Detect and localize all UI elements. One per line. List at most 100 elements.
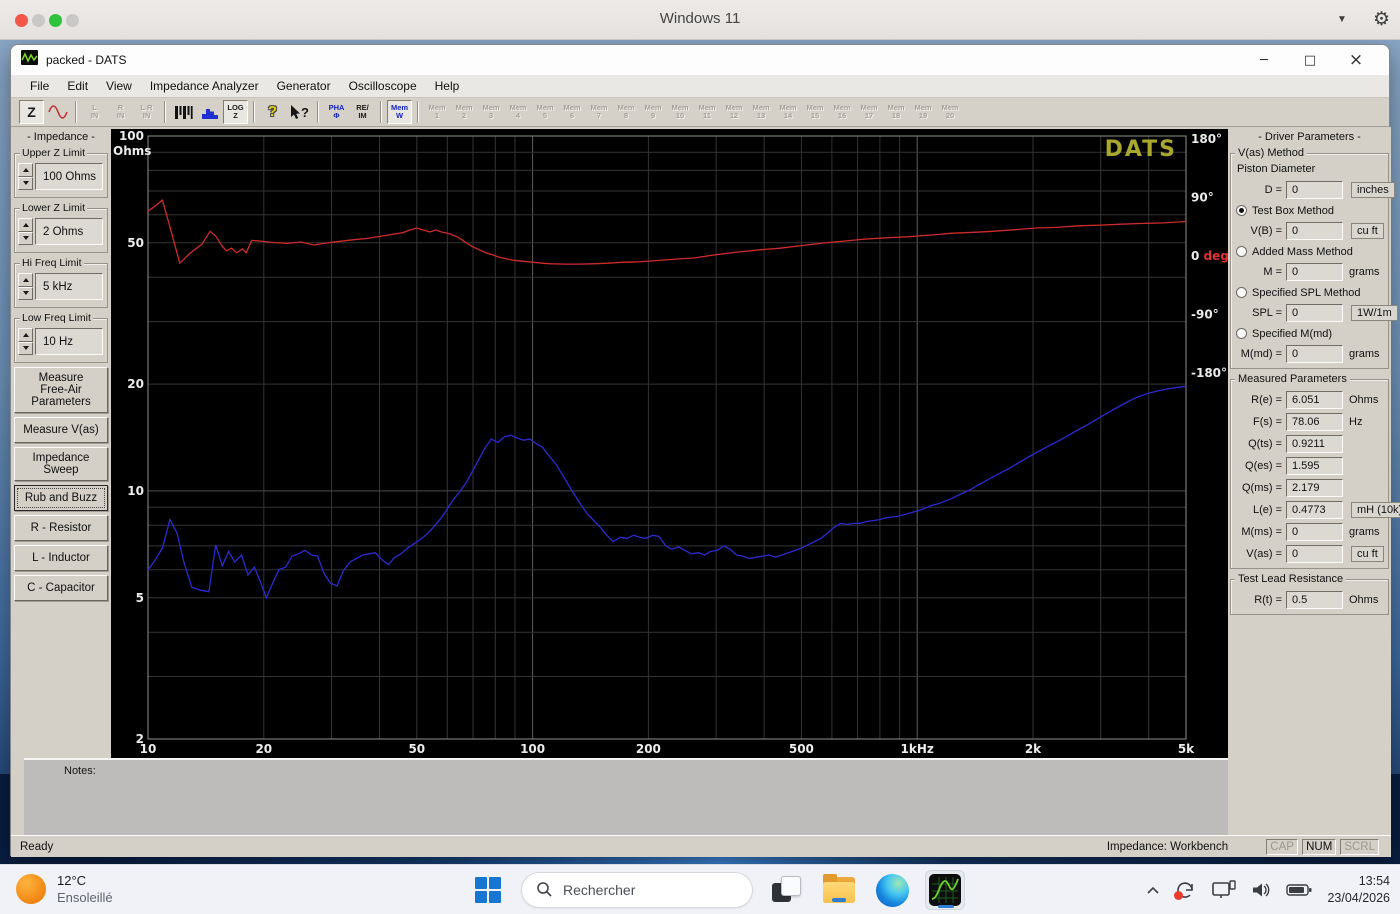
- qts-field-value[interactable]: 0.9211: [1286, 435, 1343, 453]
- hi-freq-limit-value-field[interactable]: 5 kHz: [35, 273, 103, 300]
- volume-icon[interactable]: [1251, 881, 1271, 899]
- rt-field-value[interactable]: 0.5: [1286, 591, 1343, 609]
- impedance-sweep-button[interactable]: Impedance Sweep: [14, 447, 108, 481]
- dropdown-arrow-icon[interactable]: ▼: [1337, 14, 1347, 25]
- clock[interactable]: 13:54 23/04/2026: [1327, 873, 1390, 907]
- waveform-button[interactable]: [45, 100, 70, 124]
- freq-tick-label: 1kHz: [901, 742, 934, 756]
- file-explorer-icon[interactable]: [819, 870, 859, 910]
- freq-tick-label: 100: [520, 742, 545, 756]
- rt-field-unit: Ohms: [1349, 594, 1378, 606]
- vas-field-unit: cu ft: [1351, 546, 1384, 562]
- weather-widget[interactable]: 12°C Ensoleillé: [16, 872, 113, 906]
- piston-diameter-field-unit: inches: [1351, 182, 1395, 198]
- toolbar-separator: [417, 101, 419, 123]
- menu-generator[interactable]: Generator: [268, 76, 340, 96]
- battery-icon[interactable]: [1286, 883, 1312, 897]
- help-button[interactable]: ?: [260, 100, 285, 124]
- spin-down-button[interactable]: [18, 287, 33, 301]
- minimize-button[interactable]: ─: [1241, 53, 1287, 68]
- menu-oscilloscope[interactable]: Oscilloscope: [340, 76, 426, 96]
- mem-17-button: Mem 17: [856, 100, 882, 124]
- menu-help[interactable]: Help: [426, 76, 469, 96]
- update-sync-icon[interactable]: [1175, 880, 1197, 900]
- re-field-value[interactable]: 6.051: [1286, 391, 1343, 409]
- l-inductor-button[interactable]: L - Inductor: [14, 545, 108, 571]
- log-z-button[interactable]: LOG Z: [223, 100, 248, 124]
- test-box-method-radio[interactable]: Test Box Method: [1233, 201, 1386, 220]
- spin-down-button[interactable]: [18, 342, 33, 356]
- menu-file[interactable]: File: [21, 76, 58, 96]
- qes-field-value[interactable]: 1.595: [1286, 457, 1343, 475]
- le-field-value[interactable]: 0.4773: [1286, 501, 1343, 519]
- search-input[interactable]: Rechercher: [521, 872, 753, 908]
- impedance-z-button[interactable]: Z: [19, 100, 44, 124]
- piston-diameter-field-value[interactable]: 0: [1286, 181, 1343, 199]
- mms-field-value[interactable]: 0: [1286, 523, 1343, 541]
- window-title: packed - DATS: [46, 53, 126, 67]
- freq-tick-label: 2k: [1025, 742, 1042, 756]
- toolbar-separator: [75, 101, 77, 123]
- down-arrow-icon: [23, 236, 29, 240]
- notes-area[interactable]: Notes:: [24, 758, 1228, 835]
- menu-edit[interactable]: Edit: [58, 76, 97, 96]
- phase-display-button[interactable]: PHA Φ: [324, 100, 349, 124]
- lower-z-limit-value-field[interactable]: 2 Ohms: [35, 218, 103, 245]
- r-resistor-button[interactable]: R - Resistor: [14, 515, 108, 541]
- low-freq-limit-value-field[interactable]: 10 Hz: [35, 328, 103, 355]
- display-cast-icon[interactable]: [1212, 880, 1236, 900]
- settings-gear-icon[interactable]: ⚙: [1373, 8, 1390, 31]
- spin-down-button[interactable]: [18, 177, 33, 191]
- mem-1-button: Mem 1: [424, 100, 450, 124]
- edge-browser-icon[interactable]: [872, 870, 912, 910]
- impedance-panel-title: - Impedance -: [11, 127, 111, 143]
- qms-field: Q(ms) =2.179: [1233, 477, 1386, 499]
- mem-9-button: Mem 9: [640, 100, 666, 124]
- spin-up-button[interactable]: [18, 273, 33, 287]
- spl-field-unit: 1W/1m: [1351, 305, 1398, 321]
- specified-spl-method-radio[interactable]: Specified SPL Method: [1233, 283, 1386, 302]
- memory-write-button[interactable]: Mem W: [387, 100, 412, 124]
- le-field-label: L(e) =: [1233, 504, 1286, 516]
- upper-z-limit-value-field[interactable]: 100 Ohms: [35, 163, 103, 190]
- fs-field-value[interactable]: 78.06: [1286, 413, 1343, 431]
- down-arrow-icon: [23, 291, 29, 295]
- start-button[interactable]: [468, 870, 508, 910]
- menu-impedance-analyzer[interactable]: Impedance Analyzer: [141, 76, 268, 96]
- freq-tick-label: 10: [140, 742, 157, 756]
- mem-3-button: Mem 3: [478, 100, 504, 124]
- dats-taskbar-icon[interactable]: [925, 870, 965, 910]
- mms-field-unit: grams: [1349, 526, 1380, 538]
- vb-field-value[interactable]: 0: [1286, 222, 1343, 240]
- spin-up-button[interactable]: [18, 328, 33, 342]
- spin-up-button[interactable]: [18, 163, 33, 177]
- test-lead-resistance-group-title: Test Lead Resistance: [1235, 573, 1346, 585]
- re-im-button[interactable]: RE/ IM: [350, 100, 375, 124]
- histogram-button[interactable]: [197, 100, 222, 124]
- stereo-input-button: L R IN: [134, 100, 159, 124]
- measure-free-air-parameters-button[interactable]: Measure Free-Air Parameters: [14, 367, 108, 413]
- toolbar-separator: [253, 101, 255, 123]
- down-arrow-icon: [23, 346, 29, 350]
- spin-down-button[interactable]: [18, 232, 33, 246]
- spl-field-value[interactable]: 0: [1286, 304, 1343, 322]
- added-mass-field-value[interactable]: 0: [1286, 263, 1343, 281]
- context-help-button[interactable]: ?: [286, 100, 312, 124]
- mmd-field-value[interactable]: 0: [1286, 345, 1343, 363]
- hidden-icons-chevron[interactable]: [1146, 886, 1160, 895]
- rub-and-buzz-button[interactable]: Rub and Buzz: [14, 485, 108, 511]
- task-view-icon[interactable]: [766, 870, 806, 910]
- added-mass-method-radio[interactable]: Added Mass Method: [1233, 242, 1386, 261]
- vas-field-value[interactable]: 0: [1286, 545, 1343, 563]
- spin-up-button[interactable]: [18, 218, 33, 232]
- maximize-button[interactable]: □: [1287, 53, 1333, 68]
- specified-mmd-radio[interactable]: Specified M(md): [1233, 324, 1386, 343]
- spectrum-bars-button[interactable]: [171, 100, 196, 124]
- menu-view[interactable]: View: [97, 76, 141, 96]
- close-button[interactable]: ×: [1333, 50, 1379, 70]
- c-capacitor-button[interactable]: C - Capacitor: [14, 575, 108, 601]
- measure-vas-button[interactable]: Measure V(as): [14, 417, 108, 443]
- qms-field-value[interactable]: 2.179: [1286, 479, 1343, 497]
- chart-plot: 10050201052Ohms1020501002005001kHz2k5k18…: [111, 129, 1228, 758]
- mem-19-button: Mem 19: [910, 100, 936, 124]
